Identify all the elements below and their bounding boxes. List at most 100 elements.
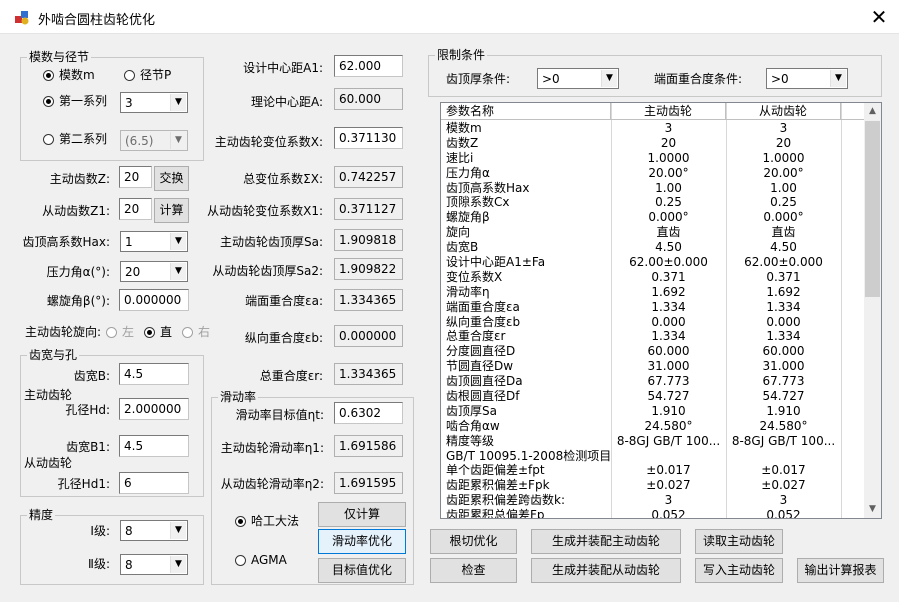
table-row[interactable]: 啮合角αw 24.580° 24.580° — [441, 419, 865, 434]
table-row[interactable]: 齿顶厚Sa 1.910 1.910 — [441, 404, 865, 419]
read-drive-gear-button[interactable]: 读取主动齿轮 — [695, 529, 783, 554]
table-row[interactable]: 单个齿距偏差±fpt ±0.017 ±0.017 — [441, 463, 865, 478]
level1-combo[interactable]: 8 ▼ — [120, 520, 188, 541]
beta-input[interactable]: 0.000000 — [119, 289, 189, 311]
table-row[interactable]: 齿宽B 4.50 4.50 — [441, 240, 865, 255]
cell-driven — [726, 449, 841, 464]
table-row[interactable]: 旋向 直齿 直齿 — [441, 225, 865, 240]
header-driven[interactable]: 从动齿轮 — [726, 103, 841, 120]
table-scrollbar[interactable]: ▲ ▼ — [864, 103, 881, 518]
table-row[interactable]: 螺旋角β 0.000° 0.000° — [441, 210, 865, 225]
slip-target-input[interactable]: 0.6302 — [334, 402, 403, 424]
results-table[interactable]: 参数名称 主动齿轮 从动齿轮 模数m 3 3 齿数Z 20 20 速比i 1.0000 1.00… — [440, 102, 882, 519]
radio-series2[interactable] — [43, 134, 54, 145]
series1-combo[interactable]: 3 ▼ — [120, 92, 188, 113]
scroll-down-icon[interactable]: ▼ — [864, 501, 881, 518]
gen-drive-gear-button[interactable]: 生成并装配主动齿轮 — [531, 529, 681, 554]
radio-dir-left[interactable] — [106, 327, 117, 338]
target-optimize-button[interactable]: 目标值优化 — [318, 558, 406, 583]
z-input[interactable]: 20 — [119, 166, 152, 188]
header-drive[interactable]: 主动齿轮 — [611, 103, 726, 120]
eb-label: 纵向重合度εb: — [244, 331, 323, 345]
radio-dir-straight[interactable] — [144, 327, 155, 338]
chevron-down-icon[interactable]: ▼ — [170, 556, 186, 573]
table-row[interactable]: 端面重合度εa 1.334 1.334 — [441, 300, 865, 315]
top-thickness-combo[interactable]: >0 ▼ — [537, 68, 619, 89]
root-optimize-button[interactable]: 根切优化 — [430, 529, 517, 554]
level1-label: Ⅰ级: — [90, 524, 110, 538]
radio-module[interactable] — [43, 70, 54, 81]
slip-optimize-button[interactable]: 滑动率优化 — [318, 529, 406, 554]
cell-param: 齿数Z — [446, 135, 479, 150]
radio-series1[interactable] — [43, 96, 54, 107]
gen-driven-gear-button[interactable]: 生成并装配从动齿轮 — [531, 558, 681, 583]
hax-combo[interactable]: 1 ▼ — [120, 231, 188, 252]
hax-label: 齿顶高系数Hax: — [22, 235, 110, 249]
chevron-down-icon[interactable]: ▼ — [170, 94, 186, 111]
level2-combo[interactable]: 8 ▼ — [120, 554, 188, 575]
alpha-combo[interactable]: 20 ▼ — [120, 261, 188, 282]
series2-combo[interactable]: (6.5) ▼ — [120, 130, 188, 151]
table-row[interactable]: 总重合度εr 1.334 1.334 — [441, 329, 865, 344]
table-row[interactable]: 速比i 1.0000 1.0000 — [441, 151, 865, 166]
cell-driven: ±0.017 — [761, 463, 806, 478]
table-row[interactable]: 设计中心距A1±Fa 62.00±0.000 62.00±0.000 — [441, 255, 865, 270]
table-row[interactable]: 顶隙系数Cx 0.25 0.25 — [441, 195, 865, 210]
alpha-value: 20 — [125, 265, 141, 279]
table-row[interactable]: 变位系数X 0.371 0.371 — [441, 270, 865, 285]
sx-value: 0.742257 — [334, 166, 403, 188]
table-row[interactable]: 精度等级 8-8GJ GB/T 100... 8-8GJ GB/T 100... — [441, 434, 865, 449]
table-row[interactable]: 模数m 3 3 — [441, 121, 865, 136]
radio-pitch[interactable] — [124, 70, 135, 81]
chevron-down-icon[interactable]: ▼ — [170, 233, 186, 250]
table-row[interactable]: 齿距累积偏差±Fpk ±0.027 ±0.027 — [441, 478, 865, 493]
a1-label: 设计中心距A1: — [243, 61, 323, 75]
chevron-down-icon[interactable]: ▼ — [830, 70, 846, 87]
table-row[interactable]: 齿根圆直径Df 54.727 54.727 — [441, 389, 865, 404]
table-row[interactable]: GB/T 10095.1-2008检测项目 — [441, 449, 865, 464]
table-row[interactable]: 齿数Z 20 20 — [441, 136, 865, 151]
scroll-thumb[interactable] — [865, 121, 880, 297]
chevron-down-icon[interactable]: ▼ — [170, 522, 186, 539]
write-drive-gear-button[interactable]: 写入主动齿轮 — [695, 558, 783, 583]
radio-agma[interactable] — [235, 555, 246, 566]
chevron-down-icon[interactable]: ▼ — [601, 70, 617, 87]
hd1-input[interactable]: 6 — [119, 472, 189, 494]
radio-dir-right[interactable] — [182, 327, 193, 338]
table-row[interactable]: 齿距累积偏差跨齿数k: 3 3 — [441, 493, 865, 508]
close-icon[interactable]: ✕ — [864, 4, 894, 30]
radio-hit-method[interactable] — [235, 516, 246, 527]
cell-drive: 54.727 — [647, 389, 690, 404]
x-label: 主动齿轮变位系数X: — [214, 135, 323, 149]
b1-input[interactable]: 4.5 — [119, 435, 189, 457]
b-input[interactable]: 4.5 — [119, 363, 189, 385]
cell-param: 速比i — [446, 150, 474, 165]
overlap-condition-combo[interactable]: >0 ▼ — [766, 68, 848, 89]
cell-driven: 1.910 — [766, 403, 801, 418]
dir-label: 主动齿轮旋向: — [25, 325, 102, 339]
calc-only-button[interactable]: 仅计算 — [318, 502, 406, 527]
table-row[interactable]: 齿顶高系数Hax 1.00 1.00 — [441, 181, 865, 196]
radio-module-label: 模数m — [59, 68, 95, 82]
swap-button[interactable]: 交换 — [154, 166, 189, 191]
hd-input[interactable]: 2.000000 — [119, 398, 189, 420]
table-row[interactable]: 齿顶圆直径Da 67.773 67.773 — [441, 374, 865, 389]
table-row[interactable]: 分度圆直径D 60.000 60.000 — [441, 344, 865, 359]
table-row[interactable]: 节圆直径Dw 31.000 31.000 — [441, 359, 865, 374]
header-param[interactable]: 参数名称 — [441, 103, 611, 120]
chevron-down-icon[interactable]: ▼ — [170, 132, 186, 149]
a1-input[interactable]: 62.000 — [334, 55, 403, 77]
export-report-button[interactable]: 输出计算报表 — [797, 558, 884, 583]
z1-input[interactable]: 20 — [119, 198, 152, 220]
hax-value: 1 — [125, 235, 133, 249]
cell-driven: 67.773 — [762, 374, 805, 389]
table-row[interactable]: 压力角α 20.00° 20.00° — [441, 166, 865, 181]
scroll-up-icon[interactable]: ▲ — [864, 103, 881, 120]
chevron-down-icon[interactable]: ▼ — [170, 263, 186, 280]
table-row[interactable]: 齿距累积总偏差Fp 0.052 0.052 — [441, 508, 865, 518]
table-row[interactable]: 滑动率η 1.692 1.692 — [441, 285, 865, 300]
table-row[interactable]: 纵向重合度εb 0.000 0.000 — [441, 315, 865, 330]
x-input[interactable]: 0.371130 — [334, 127, 403, 149]
calc-button[interactable]: 计算 — [154, 198, 189, 223]
check-button[interactable]: 检查 — [430, 558, 517, 583]
